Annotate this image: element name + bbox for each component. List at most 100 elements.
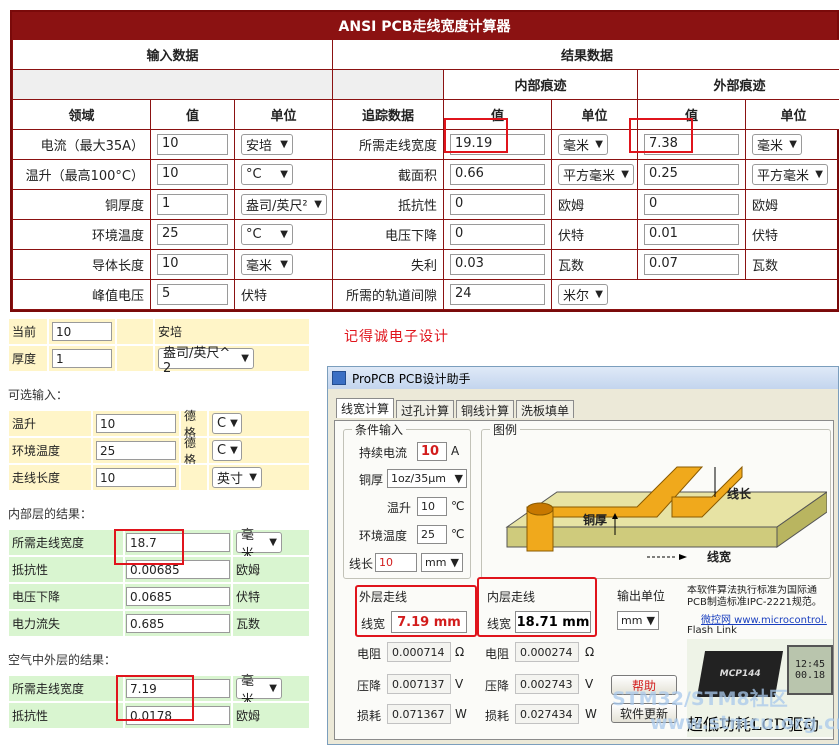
lcd-image: 12:45 00.18 [787, 645, 833, 695]
output-unit-select[interactable]: mm ▼ [617, 611, 659, 630]
input-unit-select[interactable]: 毫米 ▼ [241, 254, 293, 275]
internal-value[interactable]: 0.03 [450, 254, 545, 275]
optional-unit-select[interactable]: C ▼ [212, 413, 242, 434]
input-value[interactable]: 10 [157, 254, 228, 275]
clearance-value[interactable]: 24 [450, 284, 545, 305]
result-label: 失利 [332, 249, 444, 280]
rise-input[interactable]: 10 [417, 497, 447, 516]
input-value[interactable]: 1 [157, 194, 228, 215]
optional-input[interactable]: 10 [96, 468, 176, 487]
thickness-unit-text: 盎司/英尺^ 2 [163, 345, 231, 376]
input-unit-select[interactable]: 盎司/英尺² ▼ [241, 194, 327, 215]
ambient-input[interactable]: 25 [417, 525, 447, 544]
outer-res-unit: Ω [455, 645, 465, 659]
pcb-trace-diagram [505, 465, 827, 560]
external-unit: 瓦数 [752, 259, 779, 274]
ext-value-cell: 0.25 [637, 159, 746, 190]
inner-drop-label: 压降 [485, 679, 510, 693]
internal-unit: 伏特 [558, 229, 585, 244]
internal-unit-select[interactable]: 毫米 ▼ [558, 134, 608, 155]
input-unit-cell: 毫米 ▼ [234, 249, 333, 280]
input-value[interactable]: 25 [157, 224, 228, 245]
external-unit-select[interactable]: 毫米 ▼ [752, 134, 802, 155]
input-value[interactable]: 10 [157, 134, 228, 155]
chevron-down-icon: ▼ [789, 139, 797, 150]
optional-value-cell: 10 [92, 410, 180, 437]
inner-res-value: 0.000274 [515, 642, 579, 662]
input-label: 铜厚度 [12, 189, 151, 220]
optional-value-cell: 10 [92, 464, 180, 491]
outer-res-label: 电阻 [357, 647, 382, 661]
result-label: 所需走线宽度 [332, 129, 444, 160]
length-unit-value: mm [425, 556, 447, 569]
internal-unit-select[interactable]: 平方毫米 ▼ [558, 164, 634, 185]
outer-loss-label: 损耗 [357, 709, 382, 723]
input-value[interactable]: 5 [157, 284, 228, 305]
input-unit-select[interactable]: 安培 ▼ [241, 134, 293, 155]
input-unit-select[interactable]: °C ▼ [241, 164, 293, 185]
window-title: ProPCB PCB设计助手 [352, 371, 471, 386]
copper-select[interactable]: 1oz/35μm ▼ [387, 469, 467, 488]
clearance-unit-select[interactable]: 米尔 ▼ [558, 284, 608, 305]
input-unit-select-text: °C [246, 167, 262, 182]
chevron-down-icon: ▼ [815, 169, 823, 180]
optional-input[interactable]: 10 [96, 414, 176, 433]
chevron-down-icon: ▼ [230, 445, 238, 456]
tab-copper-wire[interactable]: 铜线计算 [456, 400, 515, 418]
optional-unit-select[interactable]: 英寸 ▼ [212, 467, 262, 488]
optional-unit-select[interactable]: C ▼ [212, 440, 242, 461]
tab-board-order[interactable]: 洗板填单 [516, 400, 575, 418]
input-value[interactable]: 10 [157, 164, 228, 185]
clearance-value-cell: 24 [443, 279, 552, 310]
chevron-down-icon: ▼ [269, 683, 277, 694]
result-unit-select[interactable]: 毫米 ▼ [236, 528, 282, 562]
length-unit-select[interactable]: mm ▼ [421, 553, 463, 572]
length-input[interactable]: 10 [375, 553, 417, 572]
input-unit-cell: 伏特 [234, 279, 333, 310]
rise-label: 温升 [387, 501, 412, 515]
optional-row: 温升 10 德格 C ▼ [8, 409, 310, 440]
ambient-label: 环境温度 [359, 529, 408, 543]
internal-value[interactable]: 0.66 [450, 164, 545, 185]
thickness-input[interactable]: 1 [52, 349, 112, 368]
result-row: 所需走线宽度 18.7 毫米 ▼ [8, 528, 310, 562]
external-value[interactable]: 0.25 [644, 164, 739, 185]
tab-via[interactable]: 过孔计算 [396, 400, 455, 418]
result-unit-select[interactable]: 毫米 ▼ [236, 674, 282, 708]
internal-value[interactable]: 0 [450, 224, 545, 245]
external-value[interactable]: 7.38 [644, 134, 739, 155]
thickness-unit-select[interactable]: 盎司/英尺^ 2 ▼ [158, 346, 254, 376]
figure-length-label: 线长 [727, 487, 752, 501]
result-unit: 瓦数 [236, 617, 261, 631]
figure-copper-label: 铜厚 [583, 513, 608, 527]
external-value[interactable]: 0.07 [644, 254, 739, 275]
input-unit-select-text: 毫米 [246, 259, 273, 274]
optional-row: 走线长度 10 英寸 ▼ [8, 464, 310, 491]
note-text: 记得诚电子设计 [344, 329, 449, 345]
result-value: 7.19 [126, 679, 230, 698]
tab-trace-width[interactable]: 线宽计算 [336, 398, 395, 418]
chevron-down-icon: ▼ [450, 556, 459, 569]
outer-results-title: 空气中外层的结果： [8, 652, 117, 667]
ansi-row: 峰值电压 5 伏特 所需的轨道间隙 24 米尔 ▼ [12, 279, 839, 310]
current-input[interactable]: 10 [417, 442, 447, 461]
optional-input[interactable]: 25 [96, 441, 176, 460]
lcd-line-2: 00.18 [794, 670, 826, 681]
external-value[interactable]: 0.01 [644, 224, 739, 245]
website-link[interactable]: 微控网 www.microcontrol. [701, 611, 837, 626]
internal-value[interactable]: 19.19 [450, 134, 545, 155]
result-value-cell: 0.685 [124, 610, 232, 637]
ambient-unit: ℃ [451, 527, 465, 541]
external-value[interactable]: 0 [644, 194, 739, 215]
optional-label: 环境温度 [8, 437, 92, 464]
result-label: 电力流失 [8, 610, 124, 637]
input-unit-select[interactable]: °C ▼ [241, 224, 293, 245]
result-value: 0.685 [126, 614, 230, 633]
current-label: 当前 [8, 318, 48, 345]
internal-value[interactable]: 0 [450, 194, 545, 215]
current-input[interactable]: 10 [52, 322, 112, 341]
external-unit-select[interactable]: 平方毫米 ▼ [752, 164, 828, 185]
input-value-cell: 10 [150, 249, 235, 280]
current-unit: A [451, 444, 460, 458]
result-value-cell: 7.19 [124, 675, 232, 702]
